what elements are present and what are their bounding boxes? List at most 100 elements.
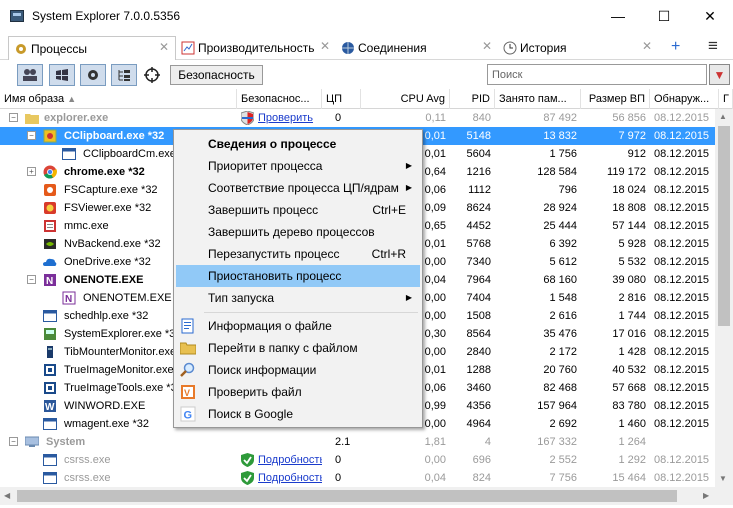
tab-connections[interactable]: Соединения ✕ [336,36,498,60]
minimize-button[interactable]: — [595,0,641,32]
column-cpu[interactable]: ЦП [322,89,361,109]
menu-item-process-info[interactable]: Сведения о процессе [176,133,420,155]
shortcut-label: Ctrl+R [371,247,406,261]
menu-item-kill-tree[interactable]: Завершить дерево процессов [176,221,420,243]
collapse-toggle[interactable]: − [9,437,18,446]
scroll-right-arrow[interactable]: ▶ [703,491,709,500]
details-link[interactable]: Подробность [258,454,322,466]
menu-button[interactable]: ≡ [708,36,718,56]
menu-item-affinity[interactable]: Соответствие процесса ЦП/ядрам ▶ [176,177,420,199]
scroll-down-arrow[interactable]: ▼ [719,474,727,483]
search-input[interactable] [487,64,707,85]
table-row[interactable]: csrss.exe Подробность 0 0,00 696 2 552 1… [0,451,715,469]
close-button[interactable]: ✕ [687,0,733,32]
memory-cell: 82 468 [543,382,577,394]
column-security[interactable]: Безопаснос... [237,89,322,109]
scrollbar-thumb[interactable] [17,490,677,502]
menu-item-suspend[interactable]: Приостановить процесс [176,265,420,287]
detected-cell: 08.12.2015 [654,400,710,412]
memory-cell: 796 [558,184,577,196]
tab-close-icon[interactable]: ✕ [642,39,652,53]
process-name: SystemExplorer.exe *32 [64,328,182,340]
table-row[interactable]: csrss.exe Подробность 0 0,04 824 7 756 1… [0,469,715,487]
target-icon[interactable] [141,65,163,85]
add-tab-button[interactable]: + [671,38,680,56]
cpu-avg-cell: 1,81 [424,436,446,448]
maximize-button[interactable]: ☐ [641,0,687,32]
svg-text:V: V [184,388,190,398]
table-row[interactable]: − explorer.exe Проверить 0 0,11 840 87 4… [0,109,715,127]
process-name: schedhlp.exe *32 [64,310,149,322]
column-more[interactable]: Г [719,89,733,109]
column-pid[interactable]: PID [450,89,495,109]
security-cell[interactable]: Подробность [237,469,322,487]
scrollbar-thumb[interactable] [718,126,730,326]
menu-item-search-info[interactable]: Поиск информации [176,359,420,381]
magnifier-icon [180,362,196,378]
scroll-up-arrow[interactable]: ▲ [719,112,727,121]
column-image-name[interactable]: Имя образа ▲ [0,89,237,109]
pid-cell: 2840 [466,346,491,358]
users-icon[interactable] [17,64,43,86]
security-button[interactable]: Безопасность [170,65,263,85]
services-gear-icon[interactable] [80,64,106,86]
process-name: TibMounterMonitor.exe [64,346,177,358]
tab-close-icon[interactable]: ✕ [159,40,169,54]
security-cell[interactable]: Проверить [237,109,322,127]
vm-size-cell: 17 016 [612,328,646,340]
menu-item-check-file[interactable]: V Проверить файл [176,381,420,403]
menu-item-kill-process[interactable]: Завершить процесс Ctrl+E [176,199,420,221]
table-row[interactable]: − System 2.1 1,81 4 167 332 1 264 [0,433,715,451]
onedrive-icon [43,255,57,269]
column-detected[interactable]: Обнаруж... [650,89,719,109]
memory-cell: 2 552 [549,454,577,466]
gear-icon [14,42,28,56]
vm-size-cell: 57 668 [612,382,646,394]
windows-icon[interactable] [49,64,75,86]
security-cell[interactable]: Подробность [237,451,322,469]
check-link[interactable]: Проверить [258,112,313,124]
tab-performance[interactable]: Производительность ✕ [176,36,336,60]
collapse-toggle[interactable]: − [9,113,18,122]
column-vm-size[interactable]: Размер ВП [581,89,650,109]
trueimage-tools-icon [43,381,57,395]
collapse-toggle[interactable]: − [27,131,36,140]
vertical-scrollbar[interactable]: ▲ ▼ [715,109,733,487]
tab-close-icon[interactable]: ✕ [482,39,492,53]
memory-cell: 7 756 [549,472,577,484]
details-link[interactable]: Подробность [258,472,322,484]
search-options-icon[interactable]: ▼ [709,64,730,85]
menu-item-google-search[interactable]: G Поиск в Google [176,403,420,425]
horizontal-scrollbar[interactable]: ◀ ▶ [0,487,715,505]
detected-cell: 08.12.2015 [654,364,710,376]
menu-item-file-info[interactable]: Информация о файле [176,315,420,337]
tab-processes[interactable]: Процессы ✕ [8,36,176,60]
pid-cell: 7964 [466,274,491,286]
scroll-left-arrow[interactable]: ◀ [4,491,10,500]
detected-cell: 08.12.2015 [654,166,710,178]
expand-toggle[interactable]: + [27,167,36,176]
menu-item-startup-type[interactable]: Тип запуска ▶ [176,287,420,309]
collapse-toggle[interactable]: − [27,275,36,284]
detected-cell: 08.12.2015 [654,292,710,304]
detected-cell: 08.12.2015 [654,148,710,160]
memory-cell: 68 160 [543,274,577,286]
menu-item-open-folder[interactable]: Перейти в папку с файлом [176,337,420,359]
column-cpu-avg[interactable]: CPU Avg [361,89,450,109]
memory-cell: 6 392 [549,238,577,250]
memory-cell: 128 584 [537,166,577,178]
mmc-icon [43,219,57,233]
memory-cell: 13 832 [543,130,577,142]
pid-cell: 1508 [466,310,491,322]
cpu-cell: 0 [335,472,342,484]
tab-history[interactable]: История ✕ [498,36,658,60]
menu-item-restart[interactable]: Перезапустить процесс Ctrl+R [176,243,420,265]
vm-size-cell: 1 460 [618,418,646,430]
menu-item-priority[interactable]: Приоритет процесса ▶ [176,155,420,177]
tree-view-icon[interactable] [111,64,137,86]
vm-size-cell: 18 808 [612,202,646,214]
chart-icon [181,41,195,55]
word-icon: W [43,399,57,413]
column-memory[interactable]: Занято пам... [495,89,581,109]
tab-close-icon[interactable]: ✕ [320,39,330,53]
